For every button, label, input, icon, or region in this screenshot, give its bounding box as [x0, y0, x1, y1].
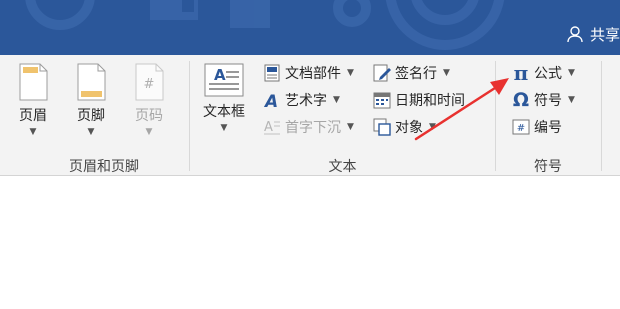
chevron-down-icon: ▼ [87, 127, 95, 137]
title-bar-decoration [25, 0, 505, 50]
svg-text:#: # [144, 77, 155, 92]
svg-text:A: A [263, 92, 278, 109]
person-icon [567, 26, 583, 43]
chevron-down-icon: ▼ [220, 123, 228, 133]
chevron-down-icon: ▼ [347, 68, 354, 78]
chevron-down-icon: ▼ [568, 68, 575, 78]
chevron-down-icon: ▼ [29, 127, 37, 137]
chevron-down-icon: ▼ [333, 95, 340, 105]
group-divider [495, 61, 496, 171]
word-window: 共享 页眉 ▼ 页脚 ▼ # 页码 ▼ 页眉和页脚 A 文本框 ▼ 文档部件 ▼… [0, 0, 620, 309]
pi-equation-icon: π [513, 61, 529, 85]
svg-text:#: # [517, 123, 525, 134]
quick-parts-icon [262, 63, 282, 83]
footer-page-icon [77, 63, 106, 101]
header-label: 页眉 [19, 108, 47, 124]
date-time-button[interactable]: 日期和时间 [372, 88, 465, 112]
footer-label: 页脚 [77, 108, 105, 124]
quick-parts-label: 文档部件 [285, 66, 341, 82]
drop-cap-icon: A [262, 117, 282, 137]
object-label: 对象 [395, 120, 423, 136]
page-number-button[interactable]: # 页码 ▼ [134, 63, 164, 137]
chevron-down-icon: ▼ [429, 122, 436, 132]
textbox-label: 文本框 [203, 104, 245, 120]
group-label-header-footer: 页眉和页脚 [69, 159, 139, 175]
wordart-button[interactable]: A 艺术字 ▼ [262, 88, 340, 112]
omega-symbol-icon: Ω [512, 89, 530, 111]
signature-line-button[interactable]: 签名行 ▼ [372, 61, 450, 85]
header-page-icon [19, 63, 48, 101]
footer-button[interactable]: 页脚 ▼ [76, 63, 106, 137]
number-button[interactable]: # 编号 [511, 115, 562, 139]
number-label: 编号 [534, 120, 562, 136]
chevron-down-icon: ▼ [443, 68, 450, 78]
title-bar: 共享 [0, 0, 620, 55]
group-divider [189, 61, 190, 171]
share-label: 共享 [589, 25, 620, 44]
number-icon: # [511, 117, 531, 137]
quick-parts-button[interactable]: 文档部件 ▼ [262, 61, 354, 85]
symbol-button[interactable]: Ω 符号 ▼ [511, 88, 575, 112]
chevron-down-icon: ▼ [568, 95, 575, 105]
svg-text:A: A [264, 120, 273, 135]
document-area[interactable] [0, 177, 620, 309]
textbox-button[interactable]: A 文本框 ▼ [203, 63, 245, 133]
signature-line-icon [372, 63, 392, 83]
date-time-label: 日期和时间 [395, 93, 465, 109]
chevron-down-icon: ▼ [347, 122, 354, 132]
equation-label: 公式 [534, 66, 562, 82]
drop-cap-label: 首字下沉 [285, 120, 341, 136]
group-divider [601, 61, 602, 171]
equation-button[interactable]: π 公式 ▼ [511, 61, 575, 85]
header-button[interactable]: 页眉 ▼ [18, 63, 48, 137]
object-button[interactable]: 对象 ▼ [372, 115, 436, 139]
drop-cap-button[interactable]: A 首字下沉 ▼ [262, 115, 354, 139]
wordart-icon: A [262, 90, 282, 110]
wordart-label: 艺术字 [285, 93, 327, 109]
chevron-down-icon: ▼ [145, 127, 153, 137]
group-label-text: 文本 [328, 159, 357, 175]
share-button[interactable]: 共享 [567, 22, 620, 46]
page-number-label: 页码 [135, 108, 163, 124]
textbox-icon: A [204, 63, 244, 97]
object-icon [372, 117, 392, 137]
symbol-label: 符号 [534, 93, 562, 109]
insert-ribbon: 页眉 ▼ 页脚 ▼ # 页码 ▼ 页眉和页脚 A 文本框 ▼ 文档部件 ▼ A … [0, 55, 620, 176]
svg-text:A: A [214, 66, 226, 84]
signature-line-label: 签名行 [395, 66, 437, 82]
date-time-icon [372, 90, 392, 110]
group-label-symbols: 符号 [534, 159, 562, 175]
page-number-icon: # [135, 63, 164, 101]
